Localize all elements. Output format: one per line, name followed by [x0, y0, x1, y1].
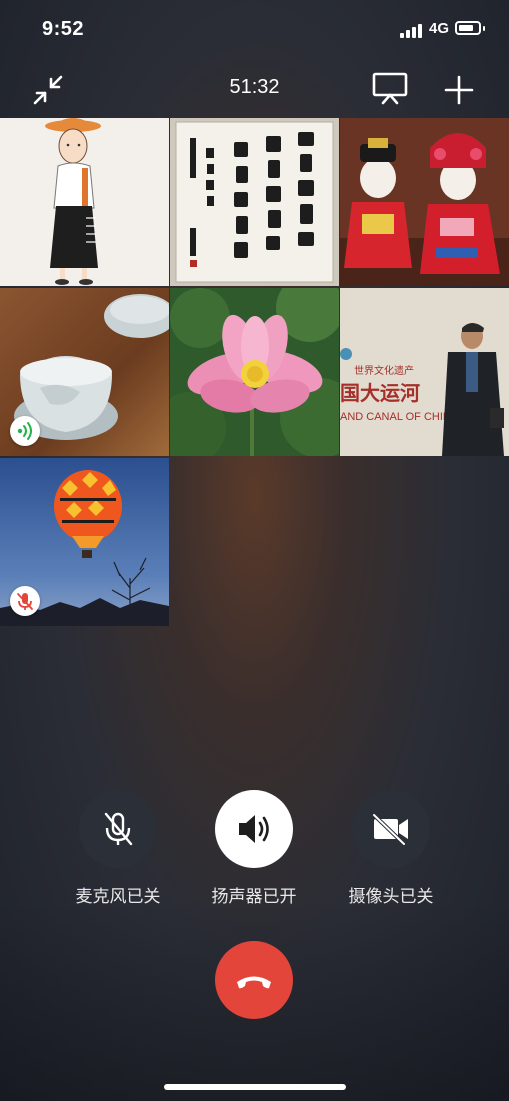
speaker-status-label: 扬声器已开: [211, 887, 297, 907]
sign-canal-english-text: AND CANAL OF CHINA: [340, 411, 459, 423]
screen-share-icon[interactable]: [370, 70, 410, 106]
add-member-icon[interactable]: [441, 72, 477, 108]
camera-toggle-button[interactable]: [352, 790, 430, 868]
mic-toggle-button[interactable]: [79, 790, 157, 868]
camera-off-icon: [372, 813, 408, 846]
mic-muted-icon: [10, 586, 40, 616]
sign-heritage-text: 世界文化遗产: [354, 364, 414, 377]
mic-control: 麦克风已关: [63, 790, 173, 907]
status-bar: 9:52 4G: [0, 0, 509, 60]
home-indicator[interactable]: [164, 1084, 346, 1090]
participant-tile-lotus-flower[interactable]: [170, 288, 339, 456]
participant-tile-calligraphy[interactable]: [170, 118, 339, 286]
status-time: 9:52: [42, 18, 85, 40]
participant-tile-porcelain-bowl[interactable]: [0, 288, 169, 456]
speaker-icon: [239, 815, 269, 843]
participant-tile-hot-air-balloon[interactable]: [0, 458, 169, 626]
call-duration: 51:32: [229, 76, 280, 98]
speaking-icon: [10, 416, 40, 446]
mic-status-label: 麦克风已关: [75, 887, 161, 907]
participant-tile-opera-dolls[interactable]: [340, 118, 509, 286]
camera-status-label: 摄像头已关: [348, 887, 434, 907]
signal-icon: [400, 22, 426, 38]
camera-control: 摄像头已关: [336, 790, 446, 907]
network-type: 4G: [429, 20, 450, 37]
hangup-icon: [237, 976, 271, 989]
sign-canal-text: 国大运河: [340, 381, 420, 405]
hangup-button[interactable]: [215, 941, 293, 1019]
mic-off-icon: [104, 812, 133, 846]
speaker-control: 扬声器已开: [199, 790, 309, 907]
battery-icon: [455, 21, 481, 35]
participant-tile-cartoon-girl[interactable]: [0, 118, 169, 286]
call-top-bar: 51:32: [0, 66, 509, 112]
participant-tile-grand-canal-man[interactable]: 世界文化遗产 国大运河 AND CANAL OF CHINA: [340, 288, 509, 456]
speaker-toggle-button[interactable]: [215, 790, 293, 868]
